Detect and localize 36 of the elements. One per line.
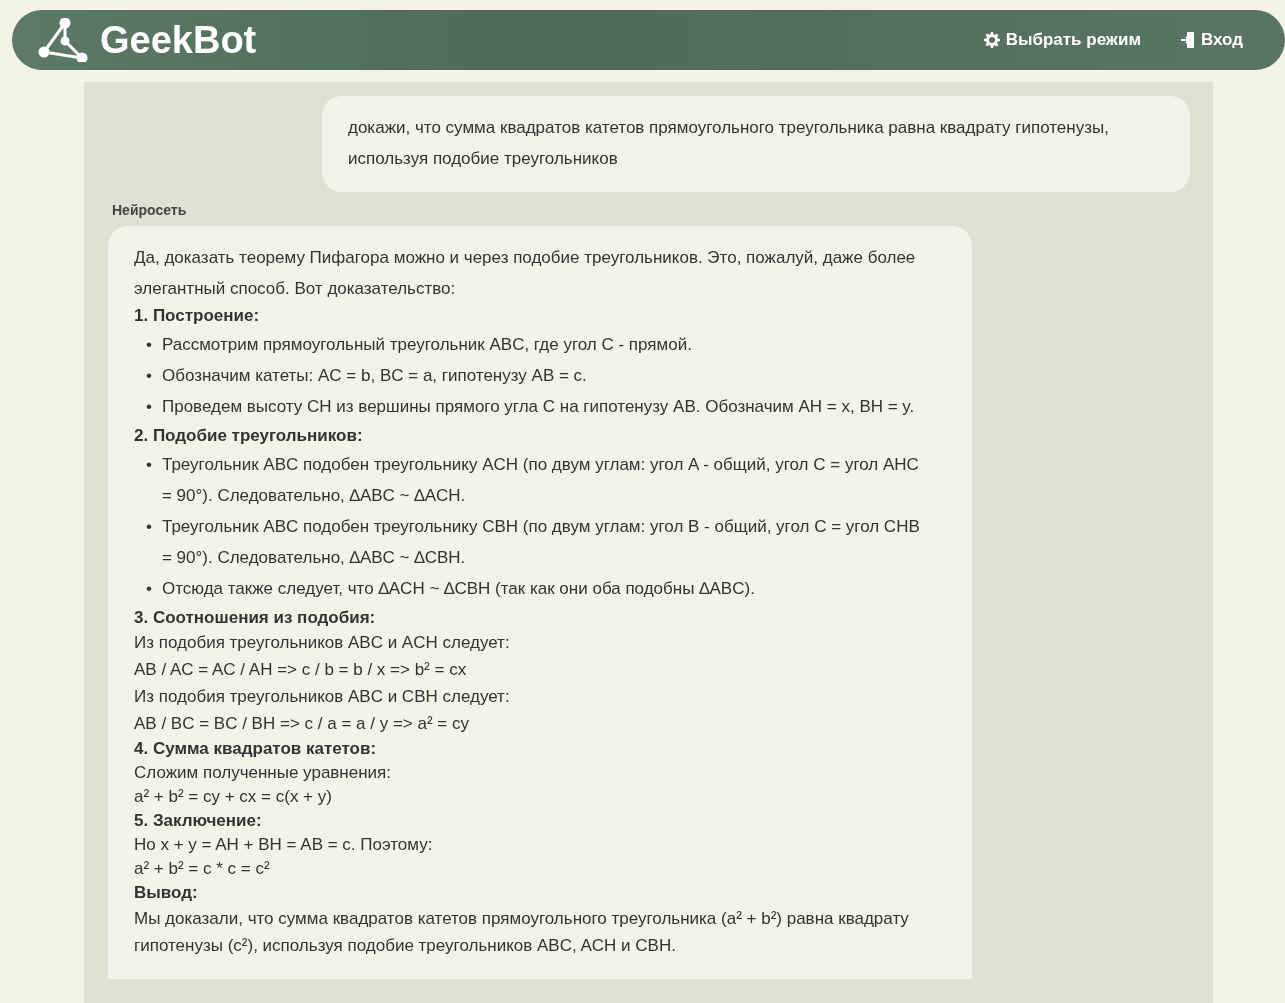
section-heading: 5. Заключение: xyxy=(134,810,263,832)
text-line: Но x + y = AH + BH = AB = c. Поэтому: xyxy=(134,834,434,856)
list-item: Треугольник ABC подобен треугольнику CBH (по двум углам: угол B - общий, угол C = угол CHB = 90°). Следовательно, ∆ABC ~ ∆CBH. xyxy=(161,516,921,569)
bullet: • xyxy=(146,396,152,418)
list-item: Треугольник ABC подобен треугольнику ACH (по двум углам: угол A - общий, угол C = угол AHC = 90°). Следовательно, ∆ABC ~ ∆ACH. xyxy=(161,454,920,507)
list-item: Рассмотрим прямоугольный треугольник ABC, где угол C - прямой. xyxy=(161,334,692,356)
bullet: • xyxy=(146,578,152,600)
bullet: • xyxy=(146,365,152,387)
message-paragraph: Мы доказали, что сумма квадратов катетов прямоугольного треугольника (a² + b²) равна квадрату гипотенузы (c²), используя подобие треугольников ABC, ACH и CBH. xyxy=(134,908,910,957)
bullet: • xyxy=(146,454,152,476)
list-item: Проведем высоту CH из вершины прямого угла C на гипотенузу AB. Обозначим AH = x, BH = y. xyxy=(161,396,915,418)
app-title: GeekBot xyxy=(100,18,257,62)
login-link[interactable]: Вход xyxy=(1180,30,1243,50)
section-heading: 2. Подобие треугольников: xyxy=(134,425,364,447)
section-heading: Вывод: xyxy=(134,882,199,904)
text-line: Сложим полученные уравнения: xyxy=(134,762,393,784)
list-item: Обозначим катеты: AC = b, BC = a, гипотенузу AB = c. xyxy=(161,365,587,387)
text-line: Из подобия треугольников ABC и ACH следует: xyxy=(134,632,511,654)
section-heading: 3. Соотношения из подобия: xyxy=(134,607,377,629)
logo-icon xyxy=(38,18,88,62)
login-icon xyxy=(1180,31,1195,49)
text-line: AB / BC = BC / BH => c / a = a / y => a² = cy xyxy=(134,713,470,735)
bullet: • xyxy=(146,516,152,538)
section-heading: 1. Построение: xyxy=(134,305,261,327)
user-message: докажи, что сумма квадратов катетов прямоугольного треугольника равна квадрату гипотенузы, используя подобие треугольников xyxy=(322,96,1190,192)
message-paragraph: Да, доказать теорему Пифагора можно и через подобие треугольников. Это, пожалуй, даже более элегантный способ. Вот доказательство: xyxy=(134,247,917,300)
sender-name: Нейросеть xyxy=(112,202,188,218)
section-heading: 4. Сумма квадратов катетов: xyxy=(134,738,378,760)
mode-link[interactable]: Выбрать режим xyxy=(983,30,1141,50)
text-line: a² + b² = c * c = c² xyxy=(134,858,271,880)
bullet: • xyxy=(146,334,152,356)
settings-icon xyxy=(983,32,1000,48)
text-line: Из подобия треугольников ABC и CBH следует: xyxy=(134,686,511,708)
text-line: a² + b² = cy + cx = c(x + y) xyxy=(134,786,333,808)
list-item: Отсюда также следует, что ∆ACH ~ ∆CBH (так как они оба подобны ∆ABC). xyxy=(161,578,755,600)
text-line: AB / AC = AC / AH => c / b = b / x => b² = cx xyxy=(134,659,468,681)
